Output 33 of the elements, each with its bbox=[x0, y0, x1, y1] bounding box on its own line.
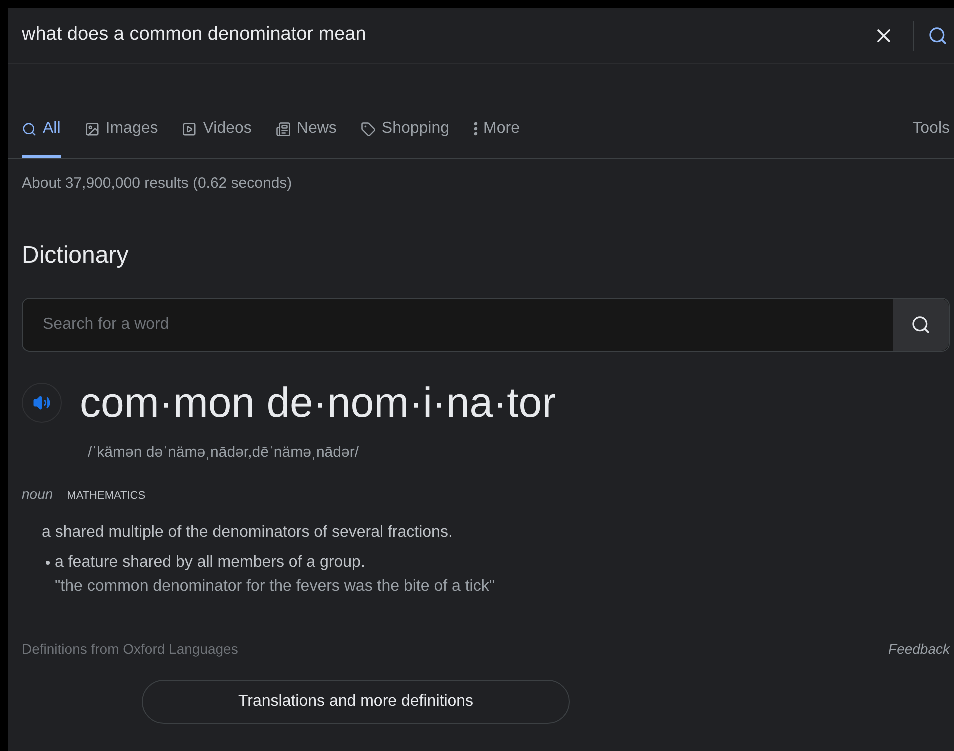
bullet-icon bbox=[46, 561, 50, 565]
tag-icon bbox=[360, 122, 376, 136]
search-icon bbox=[22, 122, 37, 136]
search-input[interactable]: what does a common denominator mean bbox=[22, 21, 873, 50]
nav-tab[interactable]: Shopping bbox=[360, 117, 450, 158]
image-icon bbox=[84, 122, 100, 136]
source-note: Definitions from Oxford Languages bbox=[22, 640, 238, 659]
newspaper-icon bbox=[276, 122, 291, 136]
definition-text: a feature shared by all members of a group. bbox=[55, 553, 366, 573]
domain-label: MATHEMATICS bbox=[67, 489, 146, 504]
word-search-input[interactable]: Search for a word bbox=[23, 312, 893, 336]
play-icon bbox=[182, 122, 198, 136]
part-of-speech: noun bbox=[22, 485, 54, 504]
nav-tab[interactable]: Videos bbox=[182, 117, 252, 158]
section-title: Dictionary bbox=[22, 240, 130, 270]
definition-text: a shared multiple of the denominators of several fractions. bbox=[42, 523, 454, 543]
dots-icon bbox=[474, 122, 478, 136]
search-icon[interactable] bbox=[911, 314, 931, 334]
result-stats: About 37,900,000 results (0.62 seconds) bbox=[22, 174, 294, 194]
example-text: "the common denominator for the fevers was the bite of a tick" bbox=[55, 577, 496, 597]
nav-tab[interactable]: More bbox=[474, 117, 520, 158]
headword: com·mon de·nom·i·na·tor bbox=[80, 382, 556, 424]
search-icon[interactable] bbox=[928, 26, 948, 46]
nav-tab[interactable]: News bbox=[276, 117, 337, 158]
speaker-icon bbox=[33, 394, 51, 412]
nav-tab[interactable]: Images bbox=[84, 117, 158, 158]
pronunciation: /ˈkämən dəˈnäməˌnādər,dēˈnäməˌnādər/ bbox=[88, 442, 360, 462]
nav-tab[interactable]: All bbox=[22, 117, 61, 158]
more-definitions-button[interactable]: Translations and more definitions bbox=[142, 680, 570, 724]
word-search-field[interactable]: Search for a word bbox=[22, 298, 950, 352]
feedback-link[interactable]: Feedback bbox=[888, 639, 950, 660]
tools-button[interactable]: Tools bbox=[912, 117, 950, 158]
speaker-button[interactable] bbox=[22, 382, 62, 422]
